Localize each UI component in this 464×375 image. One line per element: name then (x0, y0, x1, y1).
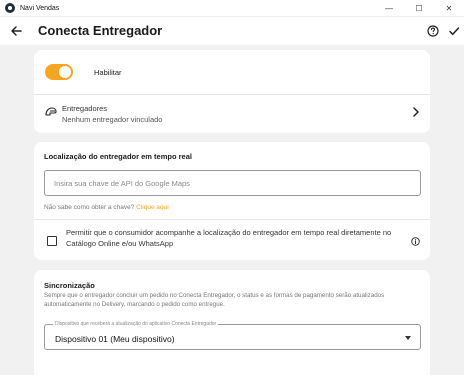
arrow-left-icon (11, 26, 22, 36)
location-title: Localização do entregador em tempo real (44, 152, 192, 161)
sync-card: Sincronização Sempre que o entregador co… (34, 270, 430, 375)
enable-toggle-label: Habilitar (94, 68, 122, 77)
sync-title: Sincronização (44, 281, 95, 290)
toggle-knob (59, 66, 71, 78)
hint-text: Não sabe como obter a chave? (44, 204, 135, 211)
device-select[interactable]: Dispositivo que receberá a atualização d… (44, 321, 421, 350)
device-select-value: Dispositivo 01 (Meu dispositivo) (55, 334, 175, 344)
window-title: Navi Vendas (20, 4, 60, 12)
content-area: Habilitar Entregadores Nenhum entregador… (0, 45, 464, 375)
page-title: Conecta Entregador (38, 23, 163, 38)
help-circle-icon (427, 25, 439, 37)
location-card: Localização do entregador em tempo real … (34, 142, 430, 260)
api-key-hint: Não sabe como obter a chave? Clique aqui (44, 204, 169, 211)
permit-tracking-label: Permitir que o consumidor acompanhe a lo… (66, 228, 392, 248)
device-select-label: Dispositivo que receberá a atualização d… (53, 321, 219, 327)
check-icon (449, 27, 460, 36)
deliverers-title: Entregadores (62, 104, 108, 113)
sync-description: Sempre que o entregador concluir um pedi… (44, 292, 385, 308)
window-titlebar: Navi Vendas — ☐ ✕ (0, 0, 464, 17)
deliverers-row[interactable]: Entregadores Nenhum entregador vinculado (34, 94, 430, 133)
dropdown-arrow-icon (405, 336, 411, 340)
enable-card: Habilitar Entregadores Nenhum entregador… (34, 50, 430, 133)
help-button[interactable] (425, 23, 441, 39)
window-controls: — ☐ ✕ (374, 0, 464, 17)
chevron-right-icon (413, 107, 419, 117)
app-bar: Conecta Entregador (0, 17, 464, 45)
api-key-field[interactable] (44, 170, 421, 196)
close-window-button[interactable]: ✕ (434, 0, 464, 17)
app-logo-icon (5, 3, 15, 13)
maximize-button[interactable]: ☐ (404, 0, 434, 17)
info-icon[interactable] (411, 237, 420, 246)
minimize-button[interactable]: — (374, 0, 404, 17)
click-here-link[interactable]: Clique aqui (136, 204, 169, 211)
back-button[interactable] (8, 23, 24, 39)
helmet-icon (45, 107, 57, 116)
deliverers-subtitle: Nenhum entregador vinculado (62, 115, 163, 124)
confirm-button[interactable] (446, 23, 462, 39)
divider (34, 219, 430, 220)
enable-toggle[interactable] (45, 64, 73, 80)
permit-tracking-checkbox[interactable] (47, 236, 57, 246)
scrollbar[interactable] (459, 45, 462, 375)
api-key-input[interactable] (45, 171, 420, 195)
